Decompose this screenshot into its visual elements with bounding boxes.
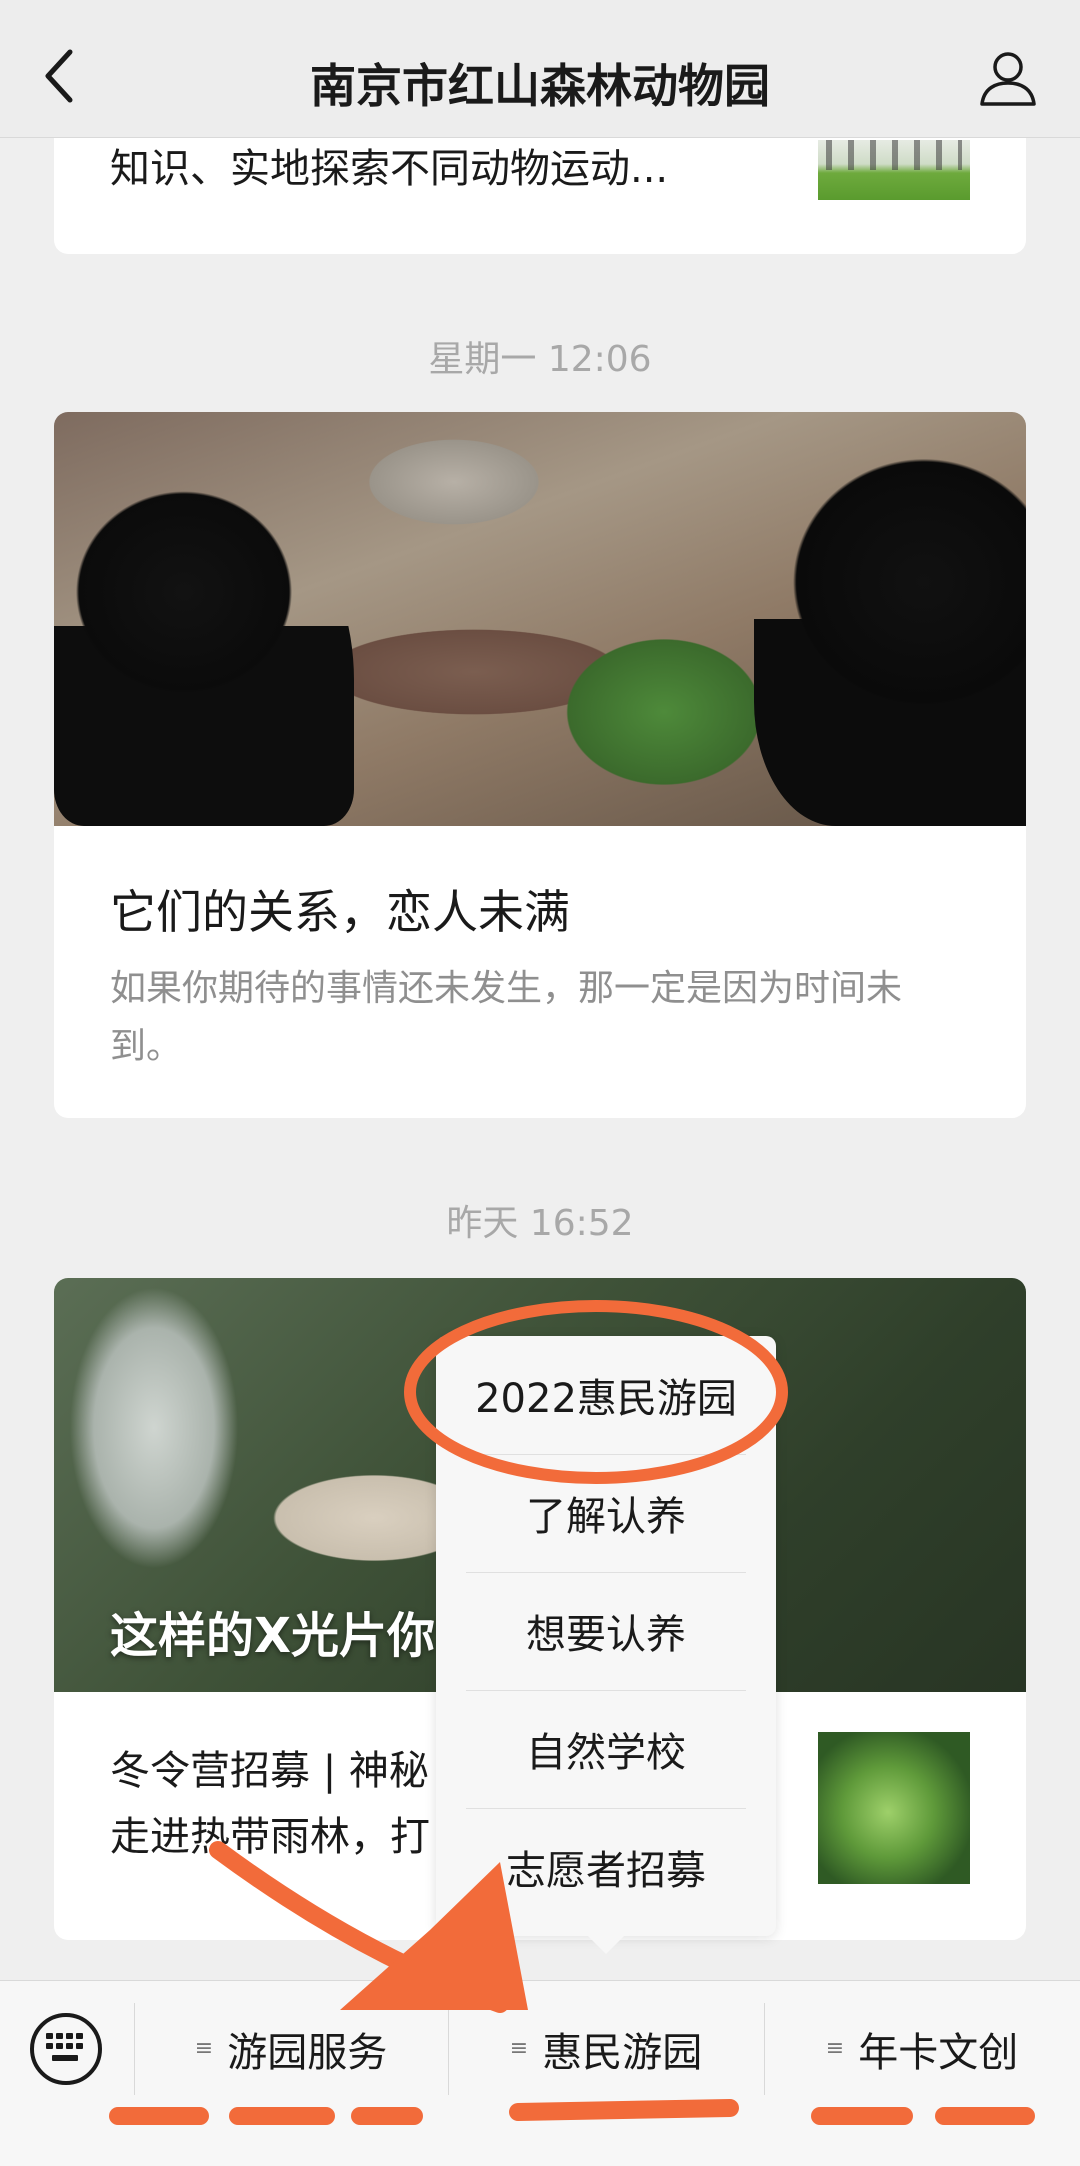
jaguar-shape [54, 462, 354, 826]
menu-button-label: 惠民游园 [542, 2030, 703, 2076]
article-card-jaguars[interactable]: 它们的关系，恋人未满 如果你期待的事情还未发生，那一定是因为时间未到。 [54, 412, 1026, 1118]
menu-button-label: 游园服务 [227, 2030, 388, 2076]
article-summary: 知识、实地探索不同动物运动... [110, 146, 669, 192]
article-cover-title: 这样的X光片你 [110, 1608, 436, 1664]
submenu-item-nature-school[interactable]: 自然学校 [436, 1690, 776, 1808]
menu-lines-icon: ≡ [509, 2036, 529, 2061]
message-timestamp: 昨天 16:52 [446, 1203, 634, 1244]
page-title: 南京市红山森林动物园 [310, 59, 770, 113]
submenu-popup: 2022惠民游园 了解认养 想要认养 自然学校 志愿者招募 [436, 1336, 776, 1936]
keyboard-icon[interactable] [30, 2013, 102, 2085]
menu-lines-icon: ≡ [194, 2036, 214, 2061]
bottom-menu-bar: ≡ 游园服务 ≡ 惠民游园 ≡ 年卡文创 [0, 1980, 1080, 2166]
article-summary: 如果你期待的事情还未发生，那一定是因为时间未到。 [110, 968, 903, 1067]
person-icon[interactable] [978, 50, 1038, 106]
article-thumbnail [818, 1732, 970, 1884]
message-timestamp: 星期一 12:06 [428, 339, 652, 380]
sub-article-title-line: 冬令营招募 | 神秘 走进热带雨林，打 [110, 1748, 430, 1860]
menu-button-park-services[interactable]: ≡ 游园服务 [134, 2001, 448, 2097]
submenu-item-huimin-2022[interactable]: 2022惠民游园 [436, 1336, 776, 1454]
submenu-item-volunteer[interactable]: 志愿者招募 [436, 1808, 776, 1926]
article-cover-image [54, 412, 1026, 826]
nav-bar: 南京市红山森林动物园 [0, 0, 1080, 138]
menu-button-huimin[interactable]: ≡ 惠民游园 [448, 2001, 764, 2097]
menu-lines-icon: ≡ [825, 2036, 845, 2061]
menu-button-annual-card[interactable]: ≡ 年卡文创 [764, 2001, 1080, 2097]
menu-button-label: 年卡文创 [858, 2030, 1019, 2076]
submenu-item-learn-adoption[interactable]: 了解认养 [436, 1454, 776, 1572]
jaguar-shape [754, 412, 1026, 826]
article-headline: 它们的关系，恋人未满 [110, 885, 570, 939]
submenu-item-want-adopt[interactable]: 想要认养 [436, 1572, 776, 1690]
article-thumbnail [818, 140, 970, 200]
